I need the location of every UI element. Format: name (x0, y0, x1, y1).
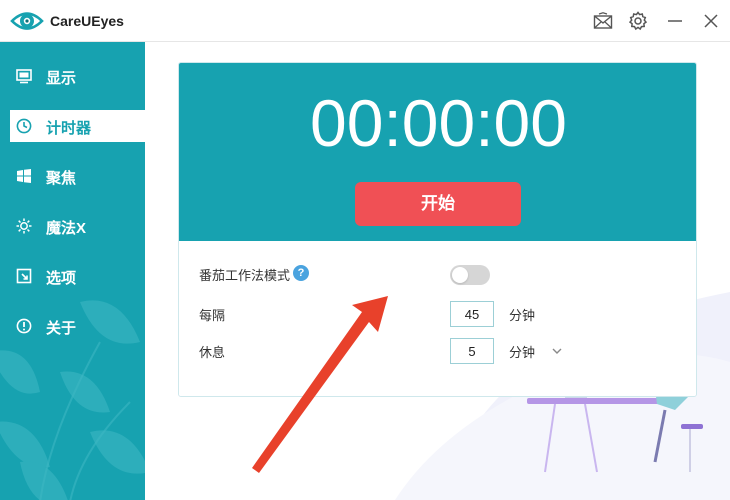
sidebar-item-label: 魔法X (46, 220, 87, 237)
leaf-decoration-icon (0, 300, 145, 500)
sidebar-item-label: 计时器 (46, 120, 92, 137)
toggle-knob (452, 267, 468, 283)
rest-input[interactable] (450, 338, 494, 364)
timer-header: 00:00:00 开始 (179, 63, 696, 241)
sun-icon (16, 218, 32, 234)
help-icon[interactable]: ? (293, 265, 309, 281)
pomodoro-mode-label: 番茄工作法模式 (199, 268, 291, 283)
pomodoro-toggle[interactable] (450, 265, 490, 285)
interval-unit: 分钟 (509, 308, 536, 323)
rest-label: 休息 (199, 345, 226, 360)
feedback-mail-icon[interactable] (590, 8, 616, 34)
sidebar-item-display[interactable]: 显示 (0, 60, 145, 92)
interval-input[interactable] (450, 301, 494, 327)
interval-label: 每隔 (199, 308, 226, 323)
timer-settings: 番茄工作法模式 ? 每隔 分钟 休息 分钟 (179, 241, 696, 396)
windows-icon (16, 168, 32, 184)
rest-unit: 分钟 (509, 345, 536, 360)
sidebar-item-focus[interactable]: 聚焦 (0, 160, 145, 192)
gear-icon[interactable] (625, 8, 651, 34)
sidebar-item-label: 聚焦 (46, 170, 77, 187)
monitor-icon (16, 68, 32, 84)
sidebar-item-timer[interactable]: 计时器 (10, 110, 145, 142)
sidebar: 显示 计时器 聚焦 魔法X 选项 关于 (0, 42, 145, 500)
sidebar-item-label: 显示 (46, 70, 77, 87)
start-button[interactable]: 开始 (355, 182, 521, 226)
close-icon[interactable] (698, 8, 724, 34)
main-panel: 00:00:00 开始 番茄工作法模式 ? 每隔 分钟 休息 分钟 (145, 42, 730, 500)
sidebar-item-magic[interactable]: 魔法X (0, 210, 145, 242)
chevron-down-icon[interactable] (551, 346, 563, 356)
title-bar: CareUEyes (0, 0, 730, 42)
eye-logo-icon (10, 12, 44, 30)
clock-icon (16, 118, 32, 134)
timer-card: 00:00:00 开始 番茄工作法模式 ? 每隔 分钟 休息 分钟 (178, 62, 697, 397)
app-title: CareUEyes (50, 13, 124, 29)
minimize-icon[interactable] (662, 8, 688, 34)
timer-display: 00:00:00 (310, 86, 567, 160)
